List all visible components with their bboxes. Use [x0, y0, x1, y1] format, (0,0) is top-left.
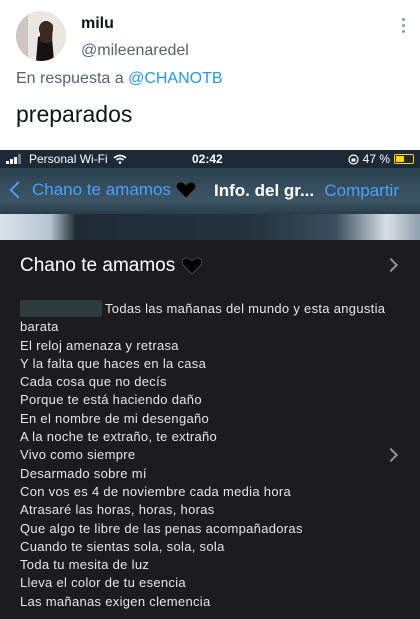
wifi-icon — [113, 154, 127, 164]
display-name[interactable]: milu — [81, 14, 189, 34]
user-handle[interactable]: @mileenaredel — [81, 40, 189, 62]
description-line: Con vos es 4 de noviembre cada media hor… — [20, 483, 292, 499]
attached-screenshot[interactable]: Personal Wi-Fi 02:42 47 % Chano te amamo… — [0, 150, 420, 619]
nav-bar: Chano te amamos Info. del gr... Comparti… — [0, 168, 420, 240]
black-heart-icon — [175, 181, 197, 199]
more-vertical-icon[interactable] — [400, 18, 406, 38]
battery-percent: 47 % — [362, 152, 390, 166]
signal-icon — [6, 154, 21, 164]
reply-prefix: En respuesta a — [16, 70, 124, 87]
description-line: Que algo te libre de las penas acompañad… — [20, 520, 303, 536]
tweet: milu @mileenaredel En respuesta a @CHANO… — [0, 0, 420, 150]
description-line: Cuando te sientas sola, sola, sola — [20, 538, 225, 554]
description-line: Las mañanas exigen clemencia — [20, 593, 211, 609]
battery-icon — [394, 154, 414, 164]
description-line: Desarmado sobre mí — [20, 465, 147, 481]
tweet-text: preparados — [16, 101, 133, 127]
description-line: El reloj amenaza y retrasa — [20, 337, 179, 353]
status-bar: Personal Wi-Fi 02:42 47 % — [0, 150, 420, 168]
orientation-lock-icon — [348, 153, 359, 165]
status-time: 02:42 — [192, 152, 223, 166]
description-line: En el nombre de mi desengaño — [20, 410, 210, 426]
avatar[interactable] — [16, 11, 66, 61]
description-line: Lleva el color de tu esencia — [20, 575, 186, 591]
carrier-label: Personal Wi-Fi — [29, 152, 108, 166]
chevron-right-icon — [383, 257, 399, 273]
description-line: barata — [20, 319, 59, 335]
description-lines: Todas las mañanas del mundo y esta angus… — [20, 300, 400, 611]
description-line: Porque te está haciendo daño — [20, 392, 202, 408]
reply-mention-link[interactable]: @CHANOTB — [128, 70, 222, 87]
group-description[interactable]: Todas las mañanas del mundo y esta angus… — [0, 290, 420, 619]
back-button[interactable]: Chano te amamos — [9, 180, 197, 200]
group-name: Chano te amamos — [20, 255, 176, 276]
reply-context: En respuesta a @CHANOTB — [16, 70, 223, 88]
chevron-left-icon — [9, 181, 27, 199]
back-button-label: Chano te amamos — [32, 180, 171, 199]
description-line: Cada cosa que no decís — [20, 374, 167, 390]
description-line: Toda tu mesita de luz — [20, 557, 150, 573]
group-photo — [0, 214, 420, 240]
description-line: Vivo como siempre — [20, 447, 136, 463]
black-heart-icon — [182, 257, 203, 275]
battery-fill — [396, 156, 404, 162]
share-button[interactable]: Compartir — [324, 181, 399, 201]
description-line: Todas las mañanas del mundo y esta angus… — [105, 301, 386, 316]
description-line: Atrasaré las horas, horas, horas — [20, 502, 215, 518]
description-line: Y la falta que haces en la casa — [20, 355, 207, 371]
description-line: A la noche te extraño, te extraño — [20, 429, 218, 445]
group-name-row[interactable]: Chano te amamos — [0, 240, 420, 290]
nav-title: Info. del gr... — [214, 181, 315, 200]
